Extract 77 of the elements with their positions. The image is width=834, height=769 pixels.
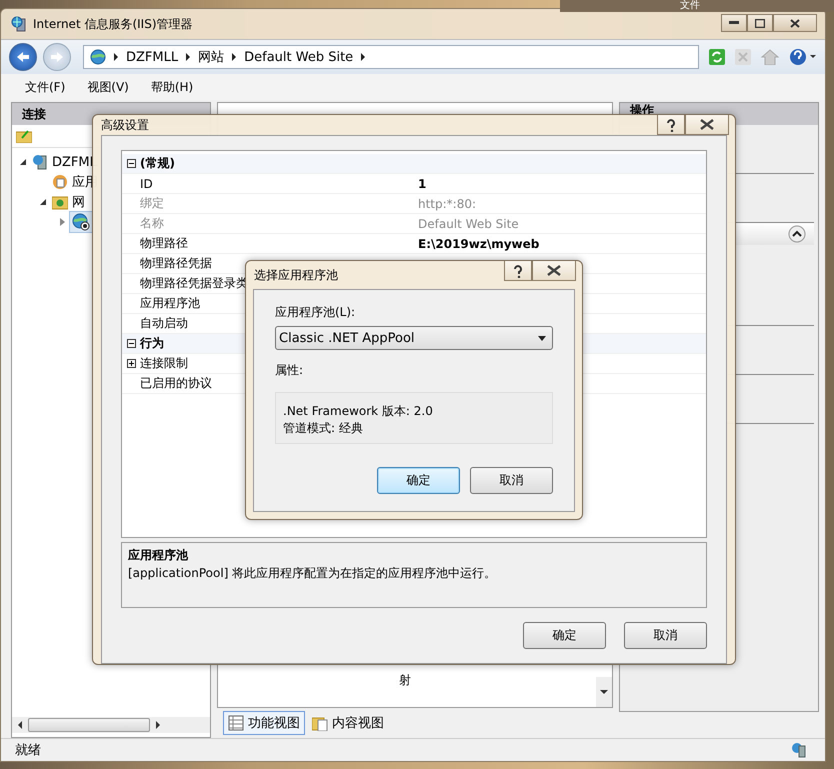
- breadcrumb-item[interactable]: Default Web Site: [244, 50, 354, 64]
- breadcrumb-separator-icon: [114, 53, 118, 61]
- ok-button[interactable]: 确定: [377, 467, 460, 494]
- property-name[interactable]: 连接限制: [140, 356, 188, 370]
- folder-document-icon: [312, 715, 328, 731]
- property-line: .Net Framework 版本: 2.0: [283, 403, 434, 420]
- tree-item[interactable]: 网: [50, 192, 87, 212]
- close-button[interactable]: [532, 261, 576, 281]
- close-button[interactable]: [773, 14, 817, 32]
- help-icon: [666, 118, 676, 132]
- dropdown-arrow-icon: [538, 336, 546, 340]
- view-tab[interactable]: 功能视图: [223, 711, 305, 735]
- minimize-icon: [729, 21, 739, 25]
- collapse-chevron-icon[interactable]: [788, 225, 806, 243]
- category-label: 行为: [140, 335, 164, 352]
- category-label: (常规): [140, 155, 175, 172]
- breadcrumb-separator-icon: [361, 53, 366, 61]
- grid-icon: [228, 715, 244, 731]
- refresh-icon[interactable]: [709, 49, 725, 65]
- pool-icon: [52, 174, 68, 190]
- maximize-button[interactable]: [747, 14, 773, 32]
- server-globe-icon: [11, 16, 27, 32]
- close-icon: [547, 265, 561, 276]
- folder-globe-icon: [52, 194, 68, 210]
- property-name[interactable]: 自动启动: [140, 316, 188, 330]
- description-text: [applicationPool] 将此应用程序配置为在指定的应用程序池中运行。: [128, 565, 498, 582]
- cancel-button[interactable]: 取消: [624, 622, 707, 649]
- status-text: 就绪: [15, 742, 41, 759]
- breadcrumb-separator-icon: [186, 53, 190, 61]
- property-line: 管道模式: 经典: [283, 420, 364, 437]
- property-name[interactable]: 已启用的协议: [140, 376, 212, 390]
- address-bar[interactable]: DZFMLL 网站 Default Web Site: [83, 45, 699, 69]
- minimize-button[interactable]: [721, 14, 747, 32]
- server-icon: [32, 154, 48, 170]
- field-label: 应用程序池(L):: [275, 304, 356, 321]
- expanded-triangle-icon[interactable]: [20, 159, 26, 165]
- property-name[interactable]: ID: [140, 176, 153, 190]
- close-icon: [790, 18, 800, 28]
- pool-dropdown[interactable]: Classic .NET AppPool: [275, 326, 553, 350]
- globe-icon: [90, 49, 106, 65]
- close-icon: [700, 119, 714, 130]
- help-button[interactable]: [657, 115, 685, 135]
- breadcrumb-item[interactable]: DZFMLL: [126, 50, 178, 64]
- down-arrow-icon: [600, 690, 608, 694]
- breadcrumb-item[interactable]: 网站: [198, 48, 224, 66]
- property-name[interactable]: 物理路径凭据: [140, 256, 212, 270]
- section-label: 属性:: [275, 362, 304, 379]
- help-icon: [513, 264, 523, 278]
- dialog-title: 选择应用程序池: [254, 266, 338, 284]
- expanded-triangle-icon[interactable]: [40, 199, 46, 205]
- ok-button[interactable]: 确定: [523, 622, 606, 649]
- breadcrumb-separator-icon: [232, 53, 236, 61]
- description-title: 应用程序池: [128, 547, 189, 564]
- menu-item[interactable]: 帮助(H): [150, 78, 194, 96]
- property-name[interactable]: 物理路径: [140, 236, 188, 250]
- property-value[interactable]: 1: [418, 176, 426, 190]
- tree-item-icon[interactable]: [69, 211, 93, 233]
- view-tab[interactable]: 内容视图: [307, 711, 389, 735]
- help-button[interactable]: [504, 261, 532, 281]
- property-name[interactable]: 应用程序池: [140, 296, 200, 310]
- window-title: Internet 信息服务(IIS)管理器: [33, 16, 193, 32]
- cancel-button[interactable]: 取消: [470, 467, 553, 494]
- connect-folder-icon[interactable]: [16, 129, 32, 143]
- maximize-icon: [755, 18, 765, 28]
- help-icon[interactable]: [789, 48, 817, 66]
- expand-icon[interactable]: [126, 359, 136, 368]
- globe-icon: [72, 213, 90, 231]
- property-value[interactable]: E:\2019wz\myweb: [418, 236, 540, 250]
- horizontal-scrollbar[interactable]: [12, 717, 210, 733]
- menu-item[interactable]: 文件(F): [25, 78, 66, 96]
- close-button[interactable]: [685, 115, 729, 135]
- feature-label: 射: [399, 672, 411, 689]
- scroll-down-button[interactable]: [596, 677, 612, 707]
- menu-item[interactable]: 视图(V): [87, 78, 129, 96]
- forward-arrow-icon: [50, 51, 64, 63]
- back-arrow-icon: [16, 51, 30, 63]
- back-button[interactable]: [9, 43, 37, 71]
